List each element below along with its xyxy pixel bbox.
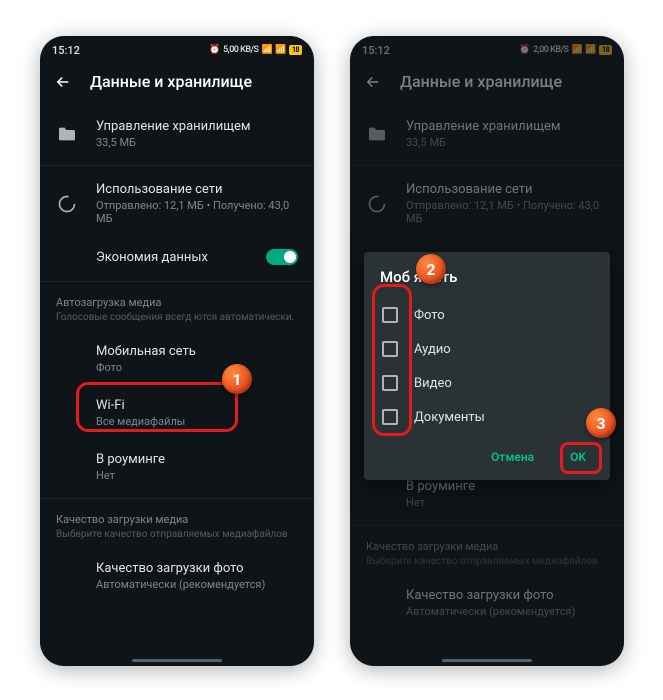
row-storage[interactable]: Управление хранилищем 33,5 МБ xyxy=(40,107,314,161)
page-title: Данные и хранилище xyxy=(90,72,252,91)
app-bar: Данные и хранилище xyxy=(350,60,624,105)
autodl-header: Автозагрузка медиа xyxy=(40,286,314,311)
back-icon[interactable] xyxy=(54,73,72,91)
phone-right: 15:12 ⏰ 2,00 KB/S 📶 📶 18 Данные и хранил… xyxy=(350,36,624,666)
status-icons: ⏰ 5,00 KB/S 📶 📶 18 xyxy=(209,45,302,55)
status-time: 15:12 xyxy=(362,44,390,57)
battery-icon: 18 xyxy=(289,45,302,55)
dialog-title: Моб я сеть xyxy=(380,268,594,286)
photo-quality-title: Качество загрузки фото xyxy=(96,561,298,576)
datasaver-toggle[interactable] xyxy=(266,249,298,265)
quality-desc: Выберите качество отправляемых медиафайл… xyxy=(40,528,314,549)
signal-icon-2: 📶 xyxy=(275,45,286,55)
row-storage: Управление хранилищем 33,5 МБ xyxy=(350,107,624,161)
mobile-network-dialog: Моб я сеть Фото Аудио Видео Документы От… xyxy=(364,252,610,480)
nav-bar xyxy=(132,659,222,662)
photo-quality-sub: Автоматически (рекомендуется) xyxy=(96,578,298,591)
dialog-option-video[interactable]: Видео xyxy=(380,366,594,400)
row-network-usage[interactable]: Использование сети Отправлено: 12,1 МБ •… xyxy=(40,170,314,237)
quality-header: Качество загрузки медиа xyxy=(40,503,314,528)
signal-icon: 📶 xyxy=(572,45,583,55)
ok-button[interactable]: OK xyxy=(562,444,594,470)
row-network-usage: Использование сети Отправлено: 12,1 МБ •… xyxy=(350,170,624,237)
row-roaming[interactable]: В роуминге Нет xyxy=(40,440,314,494)
divider xyxy=(40,281,314,282)
nav-bar xyxy=(442,659,532,662)
page-title: Данные и хранилище xyxy=(400,72,562,91)
mobile-title: Мобильная сеть xyxy=(96,344,298,359)
storage-title: Управление хранилищем xyxy=(96,119,298,134)
checkbox[interactable] xyxy=(382,409,398,425)
status-time: 15:12 xyxy=(52,44,80,57)
roaming-title: В роуминге xyxy=(96,452,298,467)
autodl-desc: Голосовые сообщения всегд ются автоматич… xyxy=(40,311,314,332)
network-sub: Отправлено: 12,1 МБ • Получено: 43,0 МБ xyxy=(96,199,298,225)
divider xyxy=(40,498,314,499)
status-icons: ⏰ 2,00 KB/S 📶 📶 18 xyxy=(519,45,612,55)
dialog-option-documents[interactable]: Документы xyxy=(380,400,594,434)
phone-left: 15:12 ⏰ 5,00 KB/S 📶 📶 18 Данные и хранил… xyxy=(40,36,314,666)
back-icon[interactable] xyxy=(364,73,382,91)
signal-icon: 📶 xyxy=(262,45,273,55)
checkbox[interactable] xyxy=(382,341,398,357)
data-usage-icon xyxy=(366,194,388,214)
mobile-sub: Фото xyxy=(96,361,298,374)
alarm-icon: ⏰ xyxy=(519,45,530,55)
datasaver-title: Экономия данных xyxy=(96,250,248,265)
data-usage-icon xyxy=(56,194,78,214)
checkbox[interactable] xyxy=(382,307,398,323)
folder-icon xyxy=(366,126,388,142)
battery-icon: 18 xyxy=(599,45,612,55)
storage-sub: 33,5 МБ xyxy=(96,136,298,149)
wifi-title: Wi-Fi xyxy=(96,398,298,413)
roaming-sub: Нет xyxy=(96,469,298,482)
row-photo-quality[interactable]: Качество загрузки фото Автоматически (ре… xyxy=(40,549,314,603)
network-title: Использование сети xyxy=(96,182,298,197)
cancel-button[interactable]: Отмена xyxy=(483,444,542,470)
row-wifi[interactable]: Wi-Fi Все медиафайлы xyxy=(40,386,314,440)
row-data-saver[interactable]: Экономия данных xyxy=(40,237,314,277)
folder-icon xyxy=(56,126,78,142)
dialog-option-photo[interactable]: Фото xyxy=(380,298,594,332)
row-mobile-network[interactable]: Мобильная сеть Фото xyxy=(40,332,314,386)
checkbox[interactable] xyxy=(382,375,398,391)
divider xyxy=(40,165,314,166)
signal-icon-2: 📶 xyxy=(585,45,596,55)
status-bar: 15:12 ⏰ 5,00 KB/S 📶 📶 18 xyxy=(40,36,314,60)
alarm-icon: ⏰ xyxy=(209,45,220,55)
dialog-option-audio[interactable]: Аудио xyxy=(380,332,594,366)
row-photo-quality: Качество загрузки фото Автоматически (ре… xyxy=(350,576,624,630)
app-bar: Данные и хранилище xyxy=(40,60,314,105)
status-bar: 15:12 ⏰ 2,00 KB/S 📶 📶 18 xyxy=(350,36,624,60)
wifi-sub: Все медиафайлы xyxy=(96,415,298,428)
